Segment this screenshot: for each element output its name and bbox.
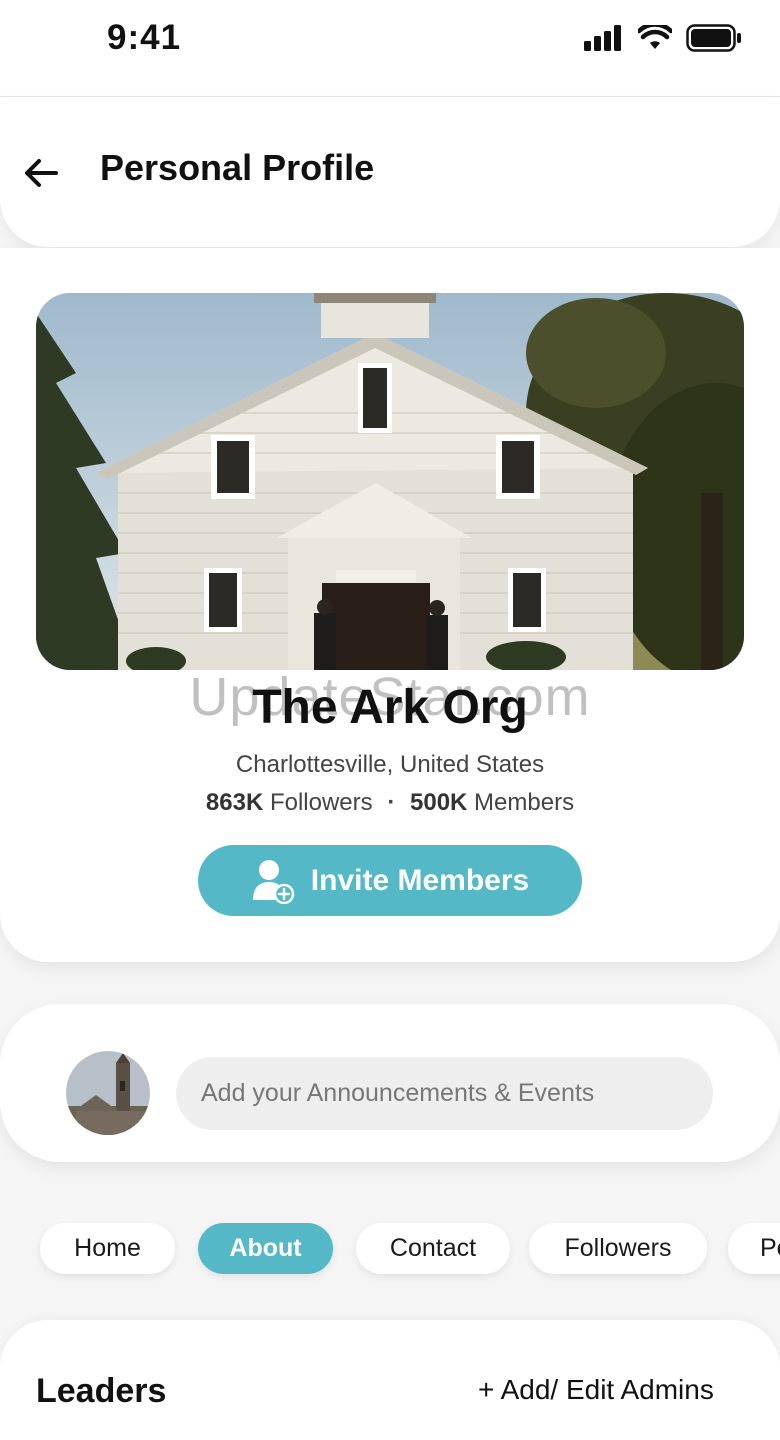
battery-icon bbox=[686, 24, 741, 52]
follower-stats: 863K Followers · 500K Members bbox=[0, 789, 780, 817]
tab-about[interactable]: About bbox=[198, 1223, 333, 1274]
header-bar: Personal Profile bbox=[0, 97, 780, 247]
stats-separator: · bbox=[387, 789, 396, 816]
status-icons bbox=[584, 24, 742, 52]
avatar[interactable] bbox=[66, 1051, 150, 1135]
add-user-icon bbox=[252, 859, 295, 904]
cover-photo bbox=[36, 293, 744, 670]
announcement-composer: Add your Announcements & Events bbox=[0, 1004, 780, 1162]
tab-home[interactable]: Home bbox=[40, 1223, 175, 1274]
back-button[interactable] bbox=[20, 151, 64, 195]
invite-members-button[interactable]: Invite Members bbox=[198, 845, 582, 916]
profile-card: UpdateStar.com The Ark Org Charlottesvil… bbox=[0, 248, 780, 962]
organization-name: The Ark Org bbox=[252, 681, 528, 734]
cellular-signal-icon bbox=[584, 25, 621, 51]
wifi-icon bbox=[638, 25, 672, 49]
leaders-title: Leaders bbox=[36, 1372, 167, 1410]
status-time: 9:41 bbox=[107, 18, 182, 57]
leaders-section: Leaders + Add/ Edit Admins bbox=[0, 1320, 780, 1440]
page-title: Personal Profile bbox=[100, 147, 375, 188]
tab-po[interactable]: Po bbox=[728, 1223, 780, 1274]
invite-members-label: Invite Members bbox=[310, 863, 530, 897]
add-edit-admins-link[interactable]: + Add/ Edit Admins bbox=[478, 1374, 714, 1406]
church-avatar-image bbox=[66, 1051, 150, 1135]
tab-contact[interactable]: Contact bbox=[356, 1223, 510, 1274]
arrow-left-icon bbox=[25, 159, 58, 187]
tab-followers[interactable]: Followers bbox=[529, 1223, 707, 1274]
church-cover-image bbox=[36, 293, 744, 670]
members-label: Members bbox=[474, 789, 575, 816]
followers-label: Followers bbox=[269, 789, 373, 816]
status-bar: 9:41 bbox=[0, 0, 780, 97]
followers-count: 863K bbox=[205, 789, 264, 816]
organization-location: Charlottesville, United States bbox=[235, 751, 545, 778]
announcement-input[interactable]: Add your Announcements & Events bbox=[176, 1057, 713, 1130]
members-count: 500K bbox=[410, 789, 468, 816]
